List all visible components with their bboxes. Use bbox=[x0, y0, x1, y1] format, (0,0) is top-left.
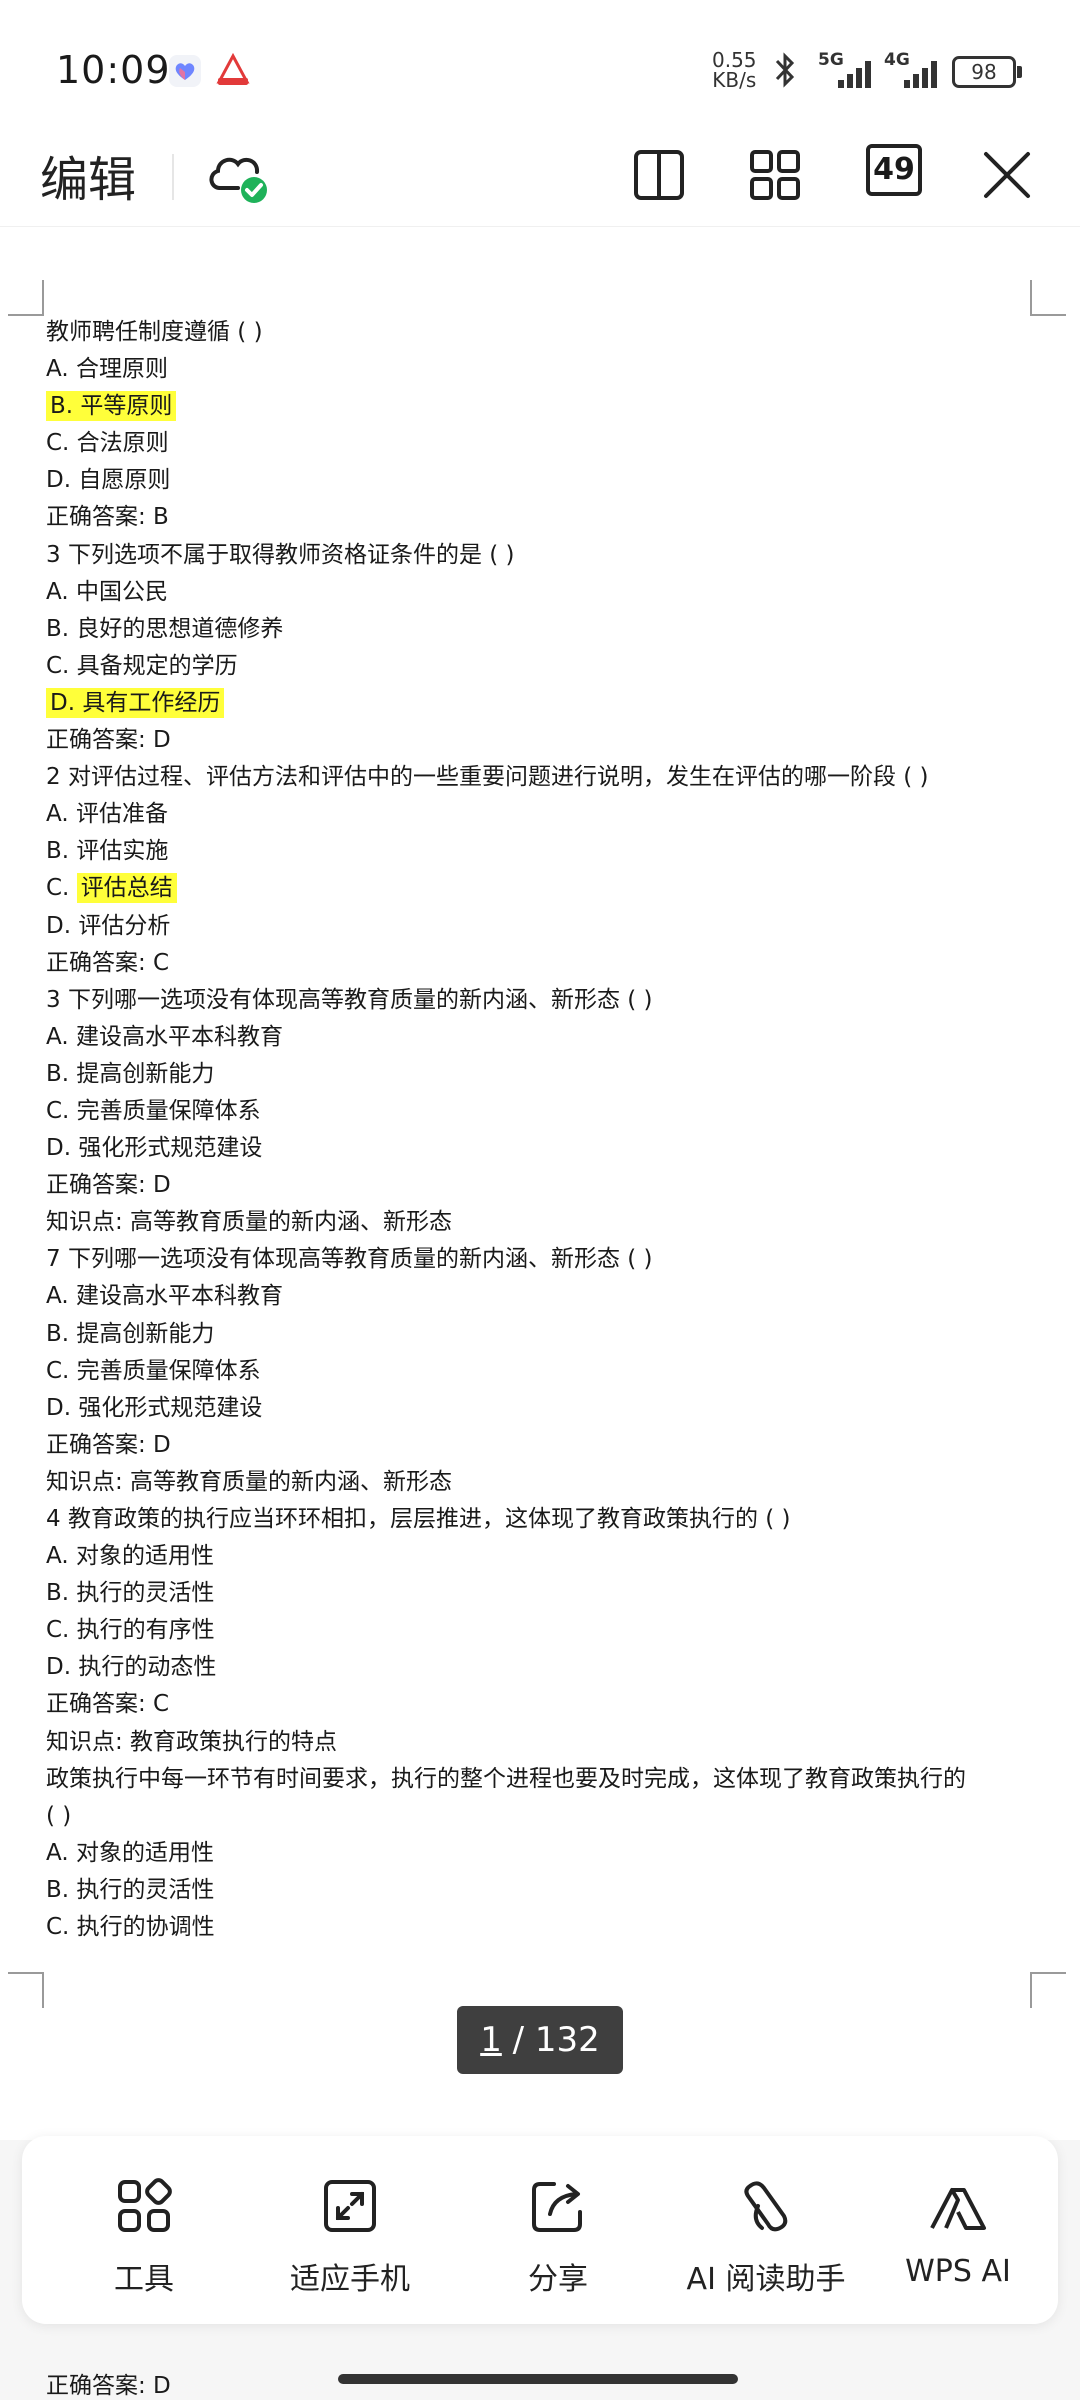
document-line: C. 合法原则 bbox=[46, 430, 169, 457]
document-line: ( ) bbox=[46, 1802, 72, 1829]
ai-reader-button[interactable]: AI 阅读助手 bbox=[666, 2176, 866, 2298]
document-line: 政策执行中每一环节有时间要求，执行的整个进程也要及时完成，这体现了教育政策执行的 bbox=[46, 1765, 966, 1792]
cloud-synced-icon[interactable] bbox=[202, 140, 272, 210]
document-line: 正确答案: C bbox=[46, 1691, 170, 1718]
document-line: A. 合理原则 bbox=[46, 356, 168, 383]
document-line: B. 提高创新能力 bbox=[46, 1060, 215, 1087]
clock: 10:09 bbox=[56, 48, 171, 92]
document-line: B. 执行的灵活性 bbox=[46, 1876, 215, 1903]
document-line: A. 评估准备 bbox=[46, 801, 168, 828]
document-line: 教师聘任制度遵循 ( ) bbox=[46, 319, 263, 345]
document-line: 正确答案: B bbox=[46, 504, 169, 531]
bluetooth-icon bbox=[775, 52, 795, 88]
share-icon bbox=[532, 2182, 582, 2232]
close-icon[interactable] bbox=[972, 140, 1042, 210]
red-app-icon bbox=[216, 52, 250, 85]
document-line: 知识点: 高等教育质量的新内涵、新形态 bbox=[46, 1468, 453, 1495]
document-line: D. 强化形式规范建设 bbox=[46, 1394, 263, 1421]
network-speed: 0.55 KB/s bbox=[712, 48, 757, 92]
tools-grid-icon bbox=[118, 2178, 172, 2232]
document-line: 4 教育政策的执行应当环环相扣，层层推进，这体现了教育政策执行的 ( ) bbox=[46, 1506, 791, 1532]
crop-mark bbox=[8, 280, 44, 316]
document-line: A. 中国公民 bbox=[46, 578, 168, 605]
document-line: B. 执行的灵活性 bbox=[46, 1580, 215, 1607]
document-line: 2 对评估过程、评估方法和评估中的一些重要问题进行说明，发生在评估的哪一阶段 (… bbox=[46, 764, 929, 791]
document-line: 3 下列选项不属于取得教师资格证条件的是 ( ) bbox=[46, 541, 515, 568]
peek-text-line: 正确答案: D bbox=[46, 2373, 171, 2399]
highlighted-answer: B. 平等原则 bbox=[46, 391, 177, 422]
bottom-toolbar: 工具 适应手机 分享 AI 阅读助手 WPS AI bbox=[22, 2136, 1058, 2324]
ai-reader-icon bbox=[744, 2181, 788, 2232]
share-button[interactable]: 分享 bbox=[458, 2176, 658, 2298]
split-view-icon[interactable] bbox=[626, 140, 696, 210]
signal-bars-icon bbox=[904, 61, 937, 88]
wps-ai-icon bbox=[930, 2188, 986, 2230]
crop-mark bbox=[8, 1972, 44, 2008]
document-line: B. 良好的思想道德修养 bbox=[46, 615, 284, 642]
document-line: 正确答案: D bbox=[46, 1172, 171, 1199]
document-line: C. 具备规定的学历 bbox=[46, 652, 238, 679]
status-bar: 10:09 0.55 KB/s 5G 4G 98 bbox=[0, 0, 1080, 130]
edit-button[interactable]: 编辑 bbox=[40, 140, 136, 210]
document-line: 正确答案: D bbox=[46, 727, 171, 754]
document-line: A. 对象的适用性 bbox=[46, 1543, 214, 1570]
top-toolbar: 编辑 49 bbox=[0, 130, 1080, 227]
heart-app-icon bbox=[169, 55, 201, 87]
document-line: C. 评估总结 bbox=[46, 870, 1046, 907]
crop-mark bbox=[1030, 1972, 1066, 2008]
document-line: 7 下列哪一选项没有体现高等教育质量的新内涵、新形态 ( ) bbox=[46, 1246, 653, 1273]
document-line: A. 对象的适用性 bbox=[46, 1839, 214, 1866]
document-line: D. 自愿原则 bbox=[46, 467, 171, 494]
document-line: C. 执行的协调性 bbox=[46, 1914, 215, 1941]
page-indicator[interactable]: 1 / 132 bbox=[457, 2006, 623, 2074]
fit-phone-button[interactable]: 适应手机 bbox=[250, 2176, 450, 2298]
document-line: 知识点: 高等教育质量的新内涵、新形态 bbox=[46, 1209, 453, 1236]
document-line: D. 评估分析 bbox=[46, 912, 171, 939]
document-line: D. 强化形式规范建设 bbox=[46, 1135, 263, 1162]
document-line: D. 执行的动态性 bbox=[46, 1654, 217, 1681]
grid-view-icon[interactable] bbox=[742, 140, 812, 210]
document-text: 教师聘任制度遵循 ( ) A. 合理原则 B. 平等原则 C. 合法原则 D. 自愿原则… bbox=[46, 314, 1046, 1946]
document-line: C. 执行的有序性 bbox=[46, 1617, 215, 1644]
highlighted-answer: D. 具有工作经历 bbox=[46, 687, 225, 718]
home-indicator[interactable] bbox=[338, 2374, 738, 2384]
toolbar-divider bbox=[172, 154, 174, 200]
highlighted-answer: 评估总结 bbox=[76, 873, 177, 904]
document-line: B. 提高创新能力 bbox=[46, 1320, 215, 1347]
document-line: B. 平等原则 bbox=[46, 388, 1046, 425]
fit-screen-icon bbox=[324, 2180, 376, 2232]
document-line: C. 完善质量保障体系 bbox=[46, 1357, 261, 1384]
page-count-icon[interactable]: 49 bbox=[866, 144, 922, 196]
document-line: 正确答案: D bbox=[46, 1431, 171, 1458]
tools-button[interactable]: 工具 bbox=[44, 2176, 244, 2298]
document-line: A. 建设高水平本科教育 bbox=[46, 1283, 283, 1310]
document-line: D. 具有工作经历 bbox=[46, 685, 1046, 722]
document-line: A. 建设高水平本科教育 bbox=[46, 1023, 283, 1050]
signal-5g: 5G bbox=[816, 50, 880, 90]
document-line: 3 下列哪一选项没有体现高等教育质量的新内涵、新形态 ( ) bbox=[46, 986, 653, 1013]
signal-4g: 4G bbox=[882, 50, 946, 90]
wps-ai-button[interactable]: WPS AI bbox=[858, 2176, 1058, 2289]
battery-indicator: 98 bbox=[952, 56, 1022, 88]
signal-bars-icon bbox=[838, 61, 871, 88]
document-line: B. 评估实施 bbox=[46, 838, 169, 865]
document-line: 知识点: 教育政策执行的特点 bbox=[46, 1728, 338, 1755]
crop-mark bbox=[1030, 280, 1066, 316]
document-line: C. 完善质量保障体系 bbox=[46, 1097, 261, 1124]
document-line: 正确答案: C bbox=[46, 949, 170, 976]
